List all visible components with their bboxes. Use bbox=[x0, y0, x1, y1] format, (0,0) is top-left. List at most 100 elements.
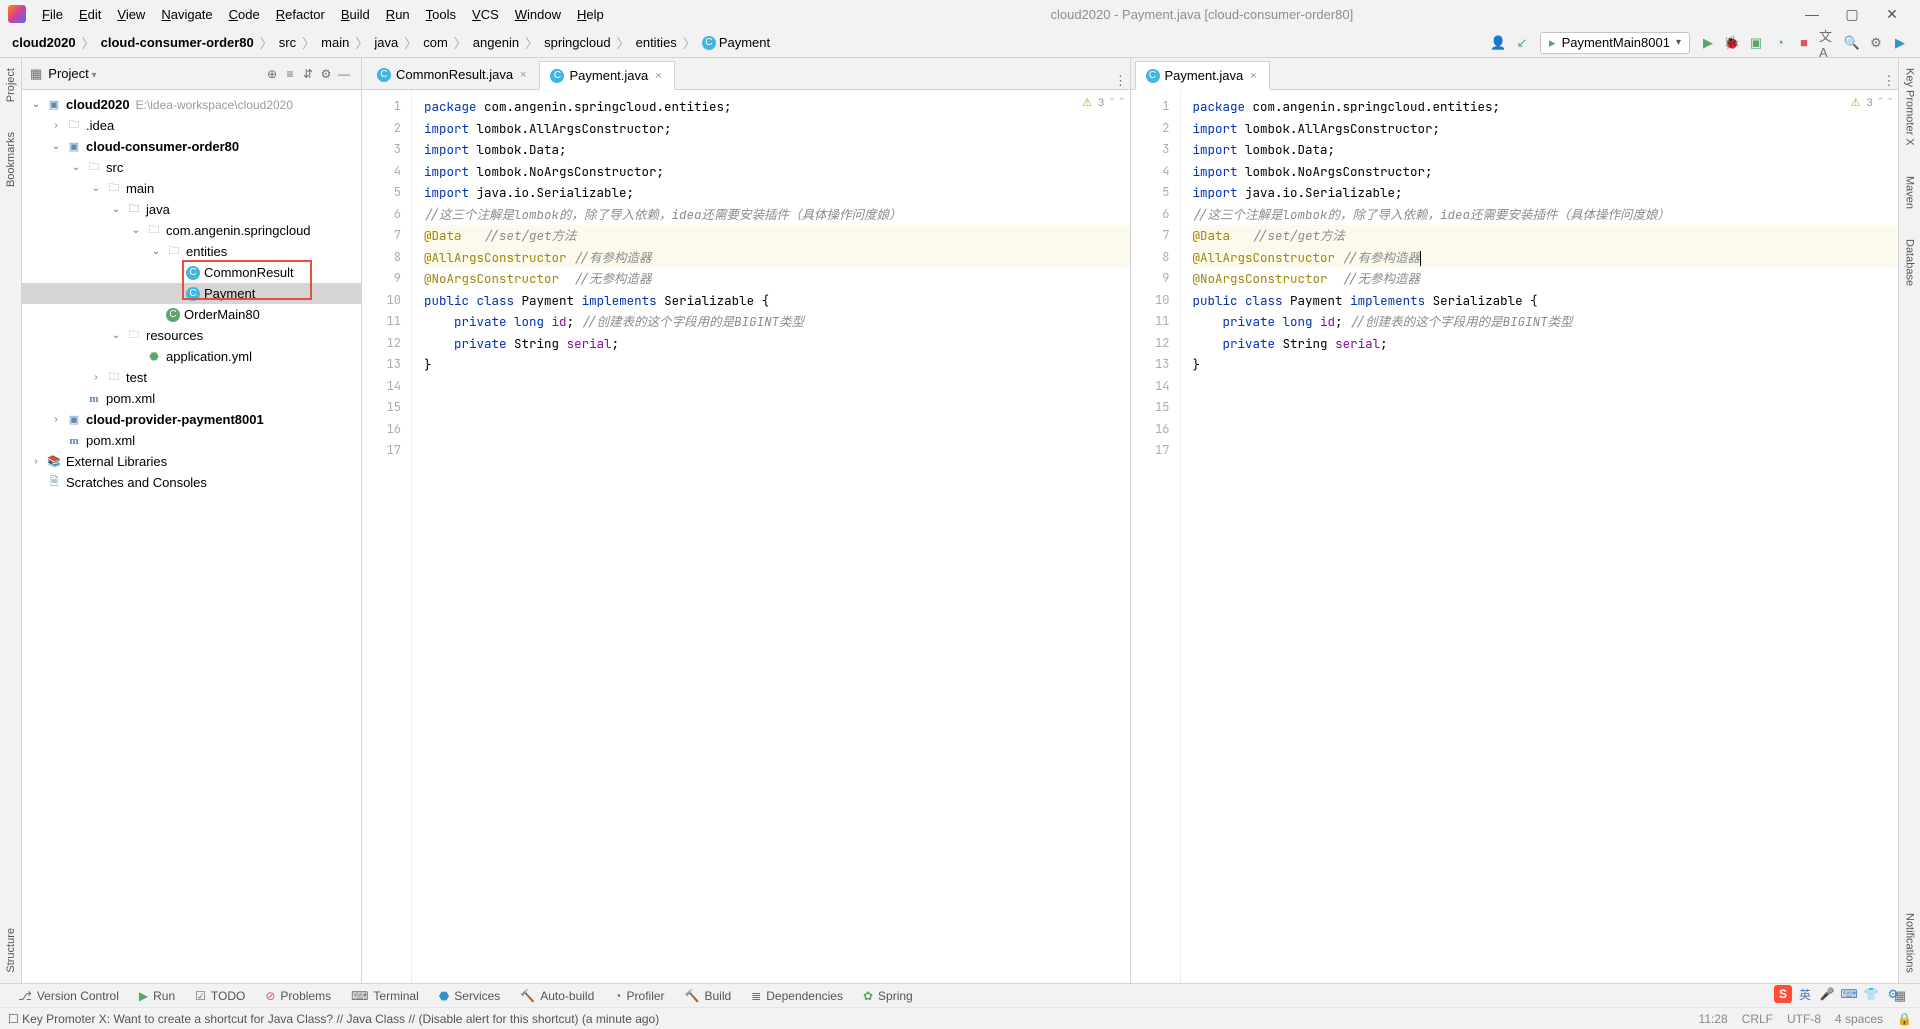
inspection-widget[interactable]: ⚠3ˆˇ bbox=[1851, 96, 1892, 109]
bottom-tool-todo[interactable]: ☑TODO bbox=[185, 987, 255, 1005]
bottom-tool-services[interactable]: ⬣Services bbox=[429, 987, 511, 1005]
tree-entities[interactable]: 🗀entities bbox=[22, 241, 361, 262]
tree-payment[interactable]: CPayment bbox=[22, 283, 361, 304]
tree-resources[interactable]: 🗀resources bbox=[22, 325, 361, 346]
tree-pom2[interactable]: mpom.xml bbox=[22, 430, 361, 451]
ime-toolbar[interactable]: S 英 🎤 ⌨ 👕 ⚙ bbox=[1774, 985, 1902, 1003]
tree-src[interactable]: 🗀src bbox=[22, 157, 361, 178]
bottom-tool-build[interactable]: 🔨Build bbox=[675, 987, 742, 1005]
menu-window[interactable]: Window bbox=[507, 3, 569, 26]
close-icon[interactable]: × bbox=[518, 69, 528, 81]
structure-tool-tab[interactable]: Structure bbox=[5, 928, 17, 973]
bottom-tool-run[interactable]: ▶Run bbox=[129, 987, 185, 1005]
settings-icon[interactable]: ⚙ bbox=[1867, 34, 1885, 52]
menu-vcs[interactable]: VCS bbox=[464, 3, 507, 26]
editor-right-code[interactable]: ⚠3ˆˇ 1234567891011121314151617 package c… bbox=[1131, 90, 1899, 983]
breadcrumb[interactable]: springcloud bbox=[540, 35, 615, 50]
tree-application-yml[interactable]: ⬣application.yml bbox=[22, 346, 361, 367]
breadcrumb[interactable]: src bbox=[275, 35, 300, 50]
project-tree[interactable]: ▣cloud2020E:\idea-workspace\cloud2020 🗀.… bbox=[22, 90, 361, 983]
tree-test[interactable]: 🗀test bbox=[22, 367, 361, 388]
editor-left-code[interactable]: ⚠3ˆˇ 1234567891011121314151617 package c… bbox=[362, 90, 1130, 983]
project-view-selector[interactable]: Project bbox=[48, 66, 96, 81]
hide-panel-icon[interactable]: — bbox=[335, 67, 353, 81]
readonly-icon[interactable]: 🔒 bbox=[1897, 1012, 1912, 1026]
tree-external-libraries[interactable]: 📚External Libraries bbox=[22, 451, 361, 472]
tree-root[interactable]: ▣cloud2020E:\idea-workspace\cloud2020 bbox=[22, 94, 361, 115]
file-encoding[interactable]: UTF-8 bbox=[1787, 1012, 1821, 1026]
database-tool-tab[interactable]: Database bbox=[1904, 239, 1916, 286]
menu-view[interactable]: View bbox=[109, 3, 153, 26]
menu-edit[interactable]: Edit bbox=[71, 3, 109, 26]
expand-all-icon[interactable]: ≡ bbox=[281, 67, 299, 81]
tree-ordermain[interactable]: COrderMain80 bbox=[22, 304, 361, 325]
indent-setting[interactable]: 4 spaces bbox=[1835, 1012, 1883, 1026]
tab-menu-icon[interactable]: ⋮ bbox=[1880, 73, 1898, 89]
bottom-tool-terminal[interactable]: ⌨Terminal bbox=[341, 987, 429, 1005]
bottom-tool-spring[interactable]: ✿Spring bbox=[853, 987, 923, 1005]
breadcrumb[interactable]: cloud-consumer-order80 bbox=[97, 35, 258, 50]
translate-icon[interactable]: 文A bbox=[1819, 34, 1837, 52]
bottom-tool-dependencies[interactable]: ≣Dependencies bbox=[741, 987, 853, 1005]
caret-position[interactable]: 11:28 bbox=[1699, 1012, 1728, 1026]
tab-payment[interactable]: CPayment.java× bbox=[539, 61, 674, 90]
tree-scratches[interactable]: 🗎Scratches and Consoles bbox=[22, 472, 361, 493]
collapse-all-icon[interactable]: ⇵ bbox=[299, 67, 317, 81]
menu-code[interactable]: Code bbox=[221, 3, 268, 26]
breadcrumb[interactable]: angenin bbox=[469, 35, 523, 50]
actions-icon[interactable]: ▶ bbox=[1891, 34, 1909, 52]
bottom-tool-profiler[interactable]: ◔Profiler bbox=[604, 987, 674, 1005]
run-config-selector[interactable]: ▸PaymentMain8001 bbox=[1540, 32, 1690, 54]
minimize-button[interactable]: — bbox=[1792, 6, 1832, 22]
stop-button[interactable]: ■ bbox=[1795, 34, 1813, 52]
select-opened-icon[interactable]: ⊕ bbox=[263, 67, 281, 81]
tree-module-consumer[interactable]: ▣cloud-consumer-order80 bbox=[22, 136, 361, 157]
search-icon[interactable]: 🔍 bbox=[1843, 34, 1861, 52]
tree-commonresult[interactable]: CCommonResult bbox=[22, 262, 361, 283]
breadcrumb[interactable]: cloud2020 bbox=[8, 35, 80, 50]
close-icon[interactable]: × bbox=[1248, 70, 1258, 82]
breadcrumb[interactable]: entities bbox=[632, 35, 681, 50]
notifications-tool-tab[interactable]: Notifications bbox=[1904, 913, 1916, 973]
profile-button[interactable]: ◔ bbox=[1771, 34, 1789, 52]
close-icon[interactable]: × bbox=[653, 70, 663, 82]
tree-pom[interactable]: mpom.xml bbox=[22, 388, 361, 409]
bottom-tool-version-control[interactable]: ⎇Version Control bbox=[8, 987, 129, 1005]
tab-payment-r[interactable]: CPayment.java× bbox=[1135, 61, 1270, 90]
tree-main[interactable]: 🗀main bbox=[22, 178, 361, 199]
editor-split: CCommonResult.java× CPayment.java× ⋮ ⚠3ˆ… bbox=[362, 58, 1898, 983]
maximize-button[interactable]: ▢ bbox=[1832, 6, 1872, 23]
run-button[interactable]: ▶ bbox=[1699, 34, 1717, 52]
bottom-tool-problems[interactable]: ⊘Problems bbox=[255, 987, 341, 1005]
tab-menu-icon[interactable]: ⋮ bbox=[1112, 73, 1130, 89]
add-user-icon[interactable]: 👤 bbox=[1489, 34, 1507, 52]
menu-navigate[interactable]: Navigate bbox=[153, 3, 220, 26]
project-tool-tab[interactable]: Project bbox=[5, 68, 17, 102]
bookmarks-tool-tab[interactable]: Bookmarks bbox=[5, 132, 17, 187]
close-button[interactable]: ✕ bbox=[1872, 6, 1912, 23]
menu-refactor[interactable]: Refactor bbox=[268, 3, 333, 26]
bottom-tool-auto-build[interactable]: 🔨Auto-build bbox=[510, 987, 604, 1005]
menu-file[interactable]: File bbox=[34, 3, 71, 26]
line-separator[interactable]: CRLF bbox=[1742, 1012, 1773, 1026]
sync-icon[interactable]: ↙ bbox=[1513, 34, 1531, 52]
debug-button[interactable]: 🐞 bbox=[1723, 34, 1741, 52]
inspection-widget[interactable]: ⚠3ˆˇ bbox=[1082, 96, 1123, 109]
tree-idea[interactable]: 🗀.idea bbox=[22, 115, 361, 136]
menu-build[interactable]: Build bbox=[333, 3, 378, 26]
tab-commonresult[interactable]: CCommonResult.java× bbox=[366, 60, 539, 89]
menu-help[interactable]: Help bbox=[569, 3, 612, 26]
maven-tool-tab[interactable]: Maven bbox=[1904, 176, 1916, 209]
breadcrumb[interactable]: main bbox=[317, 35, 353, 50]
menu-tools[interactable]: Tools bbox=[418, 3, 464, 26]
coverage-button[interactable]: ▣ bbox=[1747, 34, 1765, 52]
tree-java[interactable]: 🗀java bbox=[22, 199, 361, 220]
breadcrumb[interactable]: CPayment bbox=[698, 35, 774, 51]
keypromoter-tool-tab[interactable]: Key Promoter X bbox=[1904, 68, 1916, 146]
settings-icon[interactable]: ⚙ bbox=[317, 67, 335, 81]
breadcrumb[interactable]: java bbox=[370, 35, 402, 50]
breadcrumb[interactable]: com bbox=[419, 35, 452, 50]
tree-package[interactable]: 🗀com.angenin.springcloud bbox=[22, 220, 361, 241]
menu-run[interactable]: Run bbox=[378, 3, 418, 26]
tree-module-provider[interactable]: ▣cloud-provider-payment8001 bbox=[22, 409, 361, 430]
